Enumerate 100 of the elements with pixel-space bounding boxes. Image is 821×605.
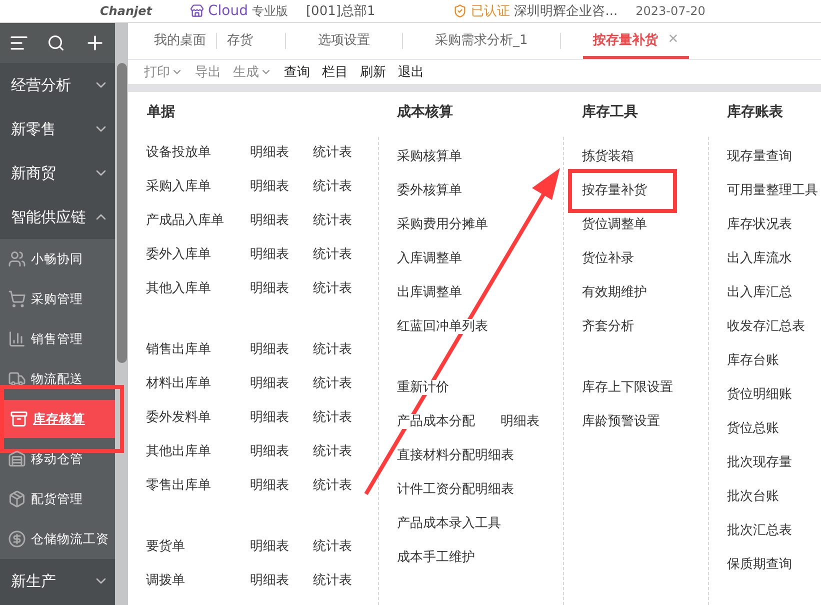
report-link[interactable]: 统计表 [313, 279, 376, 297]
menu-link[interactable]: 齐套分析 [582, 319, 634, 334]
toolbar-button[interactable]: 查询 [284, 63, 310, 81]
menu-link[interactable]: 直接材料分配明细表 [397, 448, 514, 463]
column-heading: 成本核算 [397, 104, 453, 120]
report-link[interactable]: 统计表 [313, 340, 376, 358]
menu-link[interactable]: 采购核算单 [397, 149, 462, 164]
menu-link[interactable]: 红蓝回冲单列表 [397, 319, 488, 334]
report-link[interactable]: 统计表 [313, 476, 376, 494]
menu-link[interactable]: 可用量整理工具 [727, 183, 818, 198]
sidebar-group[interactable]: 经营分析 [0, 63, 115, 107]
sidebar-item[interactable]: 配货管理 [0, 479, 115, 519]
sidebar-item[interactable]: 仓储物流工资 [0, 519, 115, 559]
menu-link[interactable]: 保质期查询 [727, 557, 792, 572]
report-link[interactable]: 明细表 [250, 374, 313, 392]
menu-link[interactable]: 材料出库单 [146, 376, 211, 391]
cart-icon [8, 290, 26, 308]
menu-link[interactable]: 委外核算单 [397, 183, 462, 198]
menu-link[interactable]: 批次台账 [727, 489, 779, 504]
menu-link[interactable]: 库龄预警设置 [582, 414, 660, 429]
report-link[interactable]: 统计表 [313, 408, 376, 426]
menu-link[interactable]: 计件工资分配明细表 [397, 482, 514, 497]
scrollbar-thumb[interactable] [116, 63, 126, 363]
menu-link[interactable]: 采购入库单 [146, 179, 211, 194]
sidebar-group[interactable]: 新生产 [0, 559, 115, 603]
report-link[interactable]: 统计表 [313, 143, 376, 161]
menu-link[interactable]: 委外发料单 [146, 410, 211, 425]
coin-icon [8, 530, 26, 548]
sidebar-item[interactable]: 采购管理 [0, 279, 115, 319]
menu-link[interactable]: 要货单 [146, 539, 185, 554]
menu-link[interactable]: 产成品入库单 [146, 213, 224, 228]
search-icon[interactable] [47, 34, 66, 52]
sidebar-group[interactable]: 智能供应链 [0, 195, 115, 239]
sidebar-item[interactable]: 销售管理 [0, 319, 115, 359]
menu-link[interactable]: 货位总账 [727, 421, 779, 436]
report-link[interactable]: 统计表 [313, 442, 376, 460]
sidebar-item[interactable]: 物流配送 [0, 359, 115, 399]
sidebar-item[interactable]: 小畅协同 [0, 239, 115, 279]
report-link[interactable]: 明细表 [500, 412, 563, 430]
menu-link[interactable]: 调拨单 [146, 573, 185, 588]
menu-link[interactable]: 货位调整单 [582, 217, 647, 232]
report-link[interactable]: 明细表 [250, 408, 313, 426]
menu-link[interactable]: 货位补录 [582, 251, 634, 266]
org-label[interactable]: [001]总部1 [306, 2, 376, 20]
sidebar-item[interactable]: 库存核算 [4, 400, 115, 438]
menu-link[interactable]: 设备投放单 [146, 145, 211, 160]
report-link[interactable]: 明细表 [250, 442, 313, 460]
menu-link[interactable]: 其他出库单 [146, 444, 211, 459]
sidebar-group[interactable]: 新零售 [0, 107, 115, 151]
report-link[interactable]: 统计表 [313, 177, 376, 195]
toolbar-button[interactable]: 退出 [398, 63, 424, 81]
report-link[interactable]: 统计表 [313, 537, 376, 555]
menu-link[interactable]: 批次现存量 [727, 455, 792, 470]
menu-link[interactable]: 批次汇总表 [727, 523, 792, 538]
report-link[interactable]: 明细表 [250, 279, 313, 297]
tab[interactable]: 选项设置 [308, 23, 380, 59]
menu-link[interactable]: 库存状况表 [727, 217, 792, 232]
tab[interactable]: 我的桌面 [144, 23, 216, 59]
report-link[interactable]: 明细表 [250, 177, 313, 195]
menu-link[interactable]: 其他入库单 [146, 281, 211, 296]
menu-link[interactable]: 拣货装箱 [582, 149, 634, 164]
menu-link[interactable]: 产品成本分配 [397, 414, 475, 429]
toolbar-button[interactable]: 刷新 [360, 63, 386, 81]
edition-label: 专业版 [252, 2, 288, 20]
menu-link[interactable]: 按存量补货 [582, 183, 647, 198]
menu-link[interactable]: 重新计价 [397, 380, 449, 395]
report-link[interactable]: 明细表 [250, 340, 313, 358]
report-link[interactable]: 明细表 [250, 537, 313, 555]
menu-link[interactable]: 委外入库单 [146, 247, 211, 262]
report-link[interactable]: 统计表 [313, 571, 376, 589]
tab[interactable]: 按存量补货 ✕ [582, 23, 689, 59]
tab[interactable]: 存货 [217, 23, 263, 59]
menu-link[interactable]: 库存上下限设置 [582, 380, 673, 395]
tab[interactable]: 采购需求分析_1 [425, 23, 538, 59]
shield-icon [453, 4, 468, 18]
menu-link[interactable]: 现存量查询 [727, 149, 792, 164]
report-link[interactable]: 明细表 [250, 476, 313, 494]
report-link[interactable]: 统计表 [313, 211, 376, 229]
menu-link[interactable]: 出入库汇总 [727, 285, 792, 300]
menu-link[interactable]: 货位明细账 [727, 387, 792, 402]
report-link[interactable]: 明细表 [250, 143, 313, 161]
sidebar-item[interactable]: 移动仓管 [0, 439, 115, 479]
menu-link[interactable]: 有效期维护 [582, 285, 647, 300]
report-link[interactable]: 明细表 [250, 211, 313, 229]
menu-link[interactable]: 销售出库单 [146, 342, 211, 357]
sidebar-group[interactable]: 新商贸 [0, 151, 115, 195]
report-link[interactable]: 统计表 [313, 245, 376, 263]
menu-link[interactable]: 成本手工维护 [397, 550, 475, 565]
toolbar-button[interactable]: 栏目 [322, 63, 348, 81]
menu-link[interactable]: 产品成本录入工具 [397, 516, 501, 531]
menu-link[interactable]: 库存台账 [727, 353, 779, 368]
menu-link[interactable]: 采购费用分摊单 [397, 217, 488, 232]
menu-link[interactable]: 出库调整单 [397, 285, 462, 300]
menu-link[interactable]: 零售出库单 [146, 478, 211, 493]
menu-link[interactable]: 出入库流水 [727, 251, 792, 266]
report-link[interactable]: 统计表 [313, 374, 376, 392]
report-link[interactable]: 明细表 [250, 571, 313, 589]
menu-link[interactable]: 收发存汇总表 [727, 319, 805, 334]
menu-link[interactable]: 入库调整单 [397, 251, 462, 266]
report-link[interactable]: 明细表 [250, 245, 313, 263]
